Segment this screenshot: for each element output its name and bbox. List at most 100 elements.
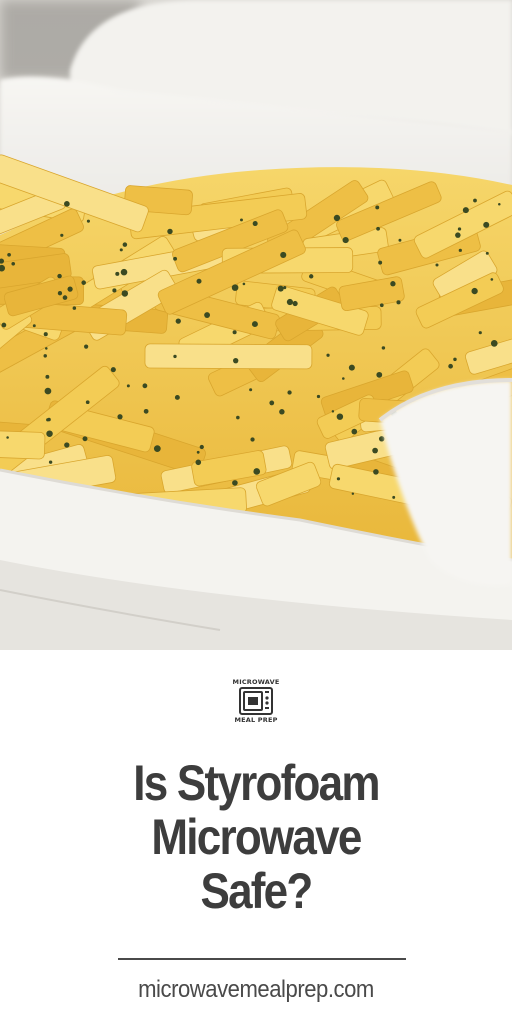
herb-speck: [462, 207, 469, 214]
herb-speck: [173, 256, 178, 261]
herb-speck: [81, 280, 86, 285]
herb-speck: [32, 324, 36, 328]
herb-speck: [283, 286, 287, 290]
herb-speck: [120, 268, 128, 276]
herb-speck: [381, 346, 386, 350]
herb-speck: [375, 205, 380, 210]
herb-speck: [390, 281, 396, 287]
herb-speck: [153, 445, 161, 452]
herb-speck: [250, 437, 255, 442]
herb-speck: [232, 330, 237, 335]
site-logo[interactable]: MICROWAVE MEAL PREP: [226, 678, 286, 726]
herb-speck: [376, 371, 383, 378]
herb-speck: [373, 469, 379, 475]
herb-speck: [45, 347, 48, 350]
herb-speck: [252, 220, 258, 227]
herb-speck: [379, 303, 384, 308]
title-line-2: Microwave: [151, 809, 362, 865]
herb-speck: [48, 460, 53, 464]
fries-photo: [0, 0, 512, 650]
herb-speck: [175, 318, 181, 324]
herb-speck: [44, 387, 52, 395]
herb-speck: [392, 495, 396, 499]
herb-speck: [47, 417, 51, 422]
herb-speck: [204, 312, 211, 318]
herb-speck: [287, 390, 292, 395]
herb-speck: [174, 394, 180, 400]
herb-speck: [85, 400, 90, 405]
herb-speck: [326, 353, 330, 357]
herb-speck: [167, 228, 173, 235]
herb-speck: [115, 271, 120, 276]
herb-speck: [236, 415, 240, 420]
herb-speck: [453, 357, 457, 362]
info-panel: MICROWAVE MEAL PREP Is Styrofoam Microwa…: [0, 650, 512, 1024]
herb-speck: [485, 251, 489, 255]
herb-speck: [351, 428, 358, 435]
site-url[interactable]: microwavemealprep.com: [20, 976, 491, 1004]
herb-speck: [143, 408, 149, 414]
herb-speck: [195, 459, 202, 466]
hero-image: [0, 0, 512, 650]
herb-speck: [490, 278, 494, 281]
herb-speck: [398, 238, 402, 242]
herb-speck: [84, 344, 89, 349]
herb-speck: [142, 383, 148, 389]
herb-speck: [86, 219, 90, 223]
herb-speck: [43, 354, 47, 358]
herb-speck: [110, 367, 116, 373]
herb-speck: [457, 227, 462, 231]
herb-speck: [72, 306, 77, 310]
title-line-3: Safe?: [200, 863, 313, 919]
herb-speck: [336, 477, 341, 481]
herb-speck: [279, 409, 285, 415]
herb-speck: [46, 430, 53, 437]
herb-speck: [292, 300, 298, 307]
herb-speck: [231, 284, 239, 291]
french-fry: [0, 428, 46, 460]
herb-speck: [286, 298, 294, 306]
herb-speck: [6, 436, 9, 439]
herb-speck: [239, 218, 243, 222]
herb-speck: [435, 263, 439, 267]
herb-speck: [478, 331, 482, 335]
herb-speck: [376, 226, 380, 231]
herb-speck: [372, 447, 378, 454]
herb-speck: [117, 414, 123, 420]
herb-speck: [455, 232, 461, 238]
microwave-icon: [239, 687, 273, 715]
herb-speck: [342, 377, 345, 380]
herb-speck: [232, 480, 238, 486]
herb-speck: [483, 221, 490, 228]
herb-speck: [309, 274, 314, 279]
herb-speck: [471, 287, 478, 295]
herb-speck: [249, 388, 253, 392]
herb-speck: [173, 354, 177, 359]
herb-speck: [342, 236, 349, 244]
herb-speck: [331, 410, 335, 413]
herb-speck: [122, 242, 128, 247]
herb-speck: [67, 286, 73, 292]
herb-speck: [60, 233, 64, 237]
herb-speck: [196, 278, 202, 284]
divider-line: [118, 958, 406, 960]
herb-speck: [333, 214, 341, 222]
herb-speck: [112, 288, 117, 293]
logo-bottom-text: MEAL PREP: [234, 716, 278, 724]
herb-speck: [11, 261, 16, 266]
herb-speck: [196, 450, 200, 454]
herb-speck: [233, 357, 239, 364]
herb-speck: [253, 468, 261, 475]
article-title: Is Styrofoam Microwave Safe?: [31, 756, 482, 918]
herb-speck: [348, 364, 355, 371]
herb-speck: [458, 248, 462, 252]
herb-speck: [43, 332, 48, 337]
herb-speck: [280, 251, 287, 258]
herb-speck: [448, 363, 453, 369]
herb-speck: [64, 442, 70, 448]
herb-speck: [199, 444, 204, 450]
herb-speck: [251, 321, 258, 328]
herb-speck: [57, 291, 63, 296]
herb-speck: [490, 340, 498, 347]
herb-speck: [1, 322, 7, 328]
